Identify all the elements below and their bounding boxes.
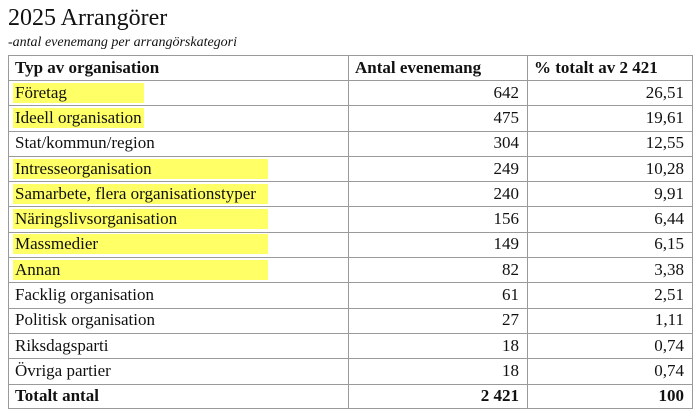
row-type-cell: Massmedier [8,231,349,259]
row-count: 249 [348,155,528,183]
row-type-label: Annan [13,259,268,280]
row-type-label: Massmedier [13,234,268,255]
document-subtitle: -antal evenemang per arrangörskategori [8,35,238,50]
total-label: Totalt antal [8,383,349,409]
table-body: Företag 642 26,51 Ideell organisation 475 19,… [8,79,693,385]
table-row: Övriga partier 18 0,74 [8,358,693,385]
table-row: Annan 82 3,38 [8,257,693,284]
row-count: 156 [348,206,528,233]
row-type-cell: Stat/kommun/region [8,130,349,157]
row-count: 240 [348,181,528,208]
row-type-label: Politisk organisation [15,310,155,330]
header-percent: % totalt av 2 421 [527,55,693,81]
total-percent: 100 [527,383,693,409]
row-percent: 19,61 [527,105,693,132]
row-count: 18 [348,358,528,385]
organizer-table: Typ av organisation Antal evenemang % to… [8,55,693,409]
row-percent: 6,44 [527,206,693,233]
row-percent: 6,15 [527,231,693,259]
table-header-row: Typ av organisation Antal evenemang % to… [8,55,693,81]
table-row: Massmedier 149 6,15 [8,231,693,259]
row-count: 27 [348,307,528,334]
row-type-cell: Företag [8,79,349,107]
row-percent: 3,38 [527,257,693,284]
table-row: Ideell organisation 475 19,61 [8,105,693,132]
row-percent: 10,28 [527,155,693,183]
row-type-cell: Politisk organisation [8,307,349,334]
table-row: Intresseorganisation 249 10,28 [8,155,693,183]
row-type-cell: Ideell organisation [8,105,349,132]
row-type-label: Samarbete, flera organisationstyper [13,183,268,204]
row-type-cell: Facklig organisation [8,282,349,309]
row-type-label: Riksdagsparti [15,335,109,355]
row-type-cell: Näringslivsorganisation [8,206,349,233]
row-type-cell: Intresseorganisation [8,155,349,183]
row-type-cell: Annan [8,257,349,284]
row-type-label: Företag [13,82,144,103]
row-percent: 0,74 [527,358,693,385]
table-row: Politisk organisation 27 1,11 [8,307,693,334]
table-row: Näringslivsorganisation 156 6,44 [8,206,693,233]
row-count: 18 [348,332,528,360]
document-title: 2025 Arrangörer [8,5,168,31]
row-type-label: Facklig organisation [15,285,154,305]
row-type-label: Övriga partier [15,360,111,380]
row-count: 82 [348,257,528,284]
table-row: Riksdagsparti 18 0,74 [8,332,693,360]
row-type-label: Näringslivsorganisation [13,209,268,230]
table-row: Företag 642 26,51 [8,79,693,107]
row-type-label: Stat/kommun/region [15,133,155,153]
header-type: Typ av organisation [8,55,349,81]
row-percent: 12,55 [527,130,693,157]
row-count: 475 [348,105,528,132]
table-total-row: Totalt antal 2 421 100 [8,383,693,409]
row-percent: 26,51 [527,79,693,107]
row-type-cell: Samarbete, flera organisationstyper [8,181,349,208]
row-count: 61 [348,282,528,309]
row-type-cell: Riksdagsparti [8,332,349,360]
row-percent: 9,91 [527,181,693,208]
row-type-label: Intresseorganisation [13,158,268,179]
row-count: 304 [348,130,528,157]
table-row: Samarbete, flera organisationstyper 240 9,… [8,181,693,208]
row-count: 149 [348,231,528,259]
table-row: Facklig organisation 61 2,51 [8,282,693,309]
row-count: 642 [348,79,528,107]
header-count: Antal evenemang [348,55,528,81]
table-row: Stat/kommun/region 304 12,55 [8,130,693,157]
total-count: 2 421 [348,383,528,409]
row-percent: 0,74 [527,332,693,360]
row-type-cell: Övriga partier [8,358,349,385]
row-percent: 2,51 [527,282,693,309]
row-type-label: Ideell organisation [13,107,144,128]
row-percent: 1,11 [527,307,693,334]
